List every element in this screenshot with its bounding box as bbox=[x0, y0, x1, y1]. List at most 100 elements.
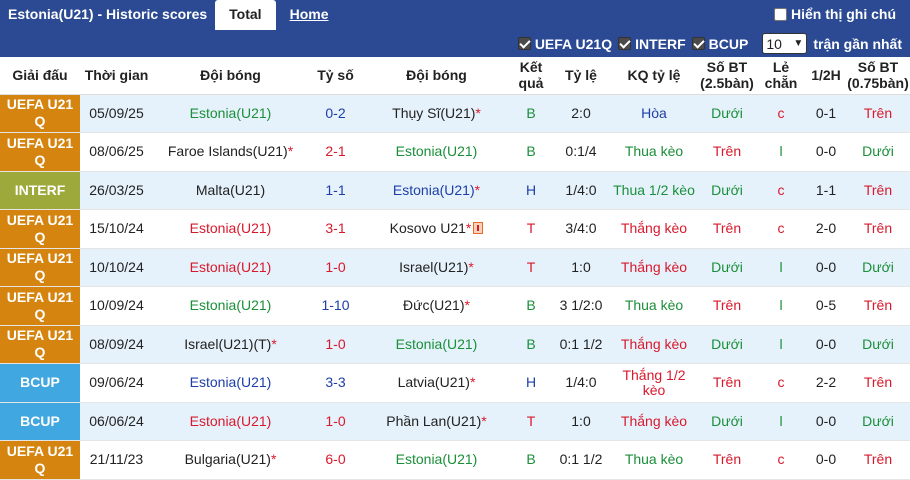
odds-result-cell: Thua kèo bbox=[610, 286, 698, 326]
home-team-cell[interactable]: Estonia(U21) bbox=[153, 286, 308, 326]
odds-cell: 1/4:0 bbox=[552, 363, 610, 403]
filter-uefa-u21q-checkbox[interactable] bbox=[517, 37, 531, 50]
away-team-cell-text: Thụy Sĩ(U21) bbox=[392, 104, 476, 121]
away-team-cell-text: Estonia(U21) bbox=[392, 181, 475, 198]
league-cell[interactable]: UEFA U21 Q bbox=[0, 248, 80, 287]
score-cell[interactable]: 0-2 bbox=[308, 94, 363, 133]
league-cell[interactable]: UEFA U21 Q bbox=[0, 209, 80, 249]
league-cell[interactable]: UEFA U21 Q bbox=[0, 94, 80, 133]
filter-bcup[interactable]: BCUP bbox=[691, 35, 749, 52]
score-cell[interactable]: 1-10 bbox=[308, 286, 363, 326]
league-cell[interactable]: BCUP bbox=[0, 363, 80, 403]
away-team-cell[interactable]: Thụy Sĩ(U21)* bbox=[363, 94, 510, 133]
score-cell-text: 3-3 bbox=[325, 374, 346, 391]
score-cell[interactable]: 1-0 bbox=[308, 402, 363, 441]
home-team-cell[interactable]: Estonia(U21) bbox=[153, 248, 308, 287]
away-team-cell[interactable]: Estonia(U21) bbox=[363, 132, 510, 172]
league-cell[interactable]: UEFA U21 Q bbox=[0, 325, 80, 364]
filter-uefa-u21q[interactable]: UEFA U21Q bbox=[517, 36, 612, 52]
home-team-cell-text: Estonia(U21) bbox=[189, 374, 272, 391]
score-cell[interactable]: 1-0 bbox=[308, 248, 363, 287]
score-cell-text: 1-10 bbox=[321, 297, 350, 314]
home-team-cell[interactable]: Bulgaria(U21)* bbox=[153, 440, 308, 480]
score-cell[interactable]: 1-0 bbox=[308, 325, 363, 364]
filter-interf[interactable]: INTERF bbox=[618, 36, 686, 52]
away-team-cell[interactable]: Israel(U21)* bbox=[363, 248, 510, 287]
odd-even-cell-text: c bbox=[777, 104, 785, 121]
league-cell[interactable]: BCUP bbox=[0, 402, 80, 441]
table-row: UEFA U21 Q 10/09/24 Estonia(U21) 1-10 Đức(U2… bbox=[0, 286, 910, 326]
score-cell[interactable]: 2-1 bbox=[308, 132, 363, 172]
over-under-075-cell: Trên bbox=[846, 286, 910, 326]
result-cell-text: T bbox=[526, 258, 536, 275]
home-team-cell[interactable]: Malta(U21) bbox=[153, 171, 308, 210]
col-result: Kết quả bbox=[510, 57, 552, 95]
result-cell-text: B bbox=[526, 104, 536, 121]
tab-home[interactable]: Home bbox=[276, 0, 343, 30]
half-score-cell-text: 0-0 bbox=[815, 451, 837, 468]
filter-bcup-label: BCUP bbox=[708, 35, 749, 52]
league-cell-text: UEFA U21 Q bbox=[6, 327, 74, 361]
odds-result-cell: Thua 1/2 kèo bbox=[610, 171, 698, 210]
odds-cell-text: 3 1/2:0 bbox=[559, 297, 603, 314]
over-under-075-cell-text: Dưới bbox=[862, 143, 894, 160]
show-notes-checkbox[interactable] bbox=[774, 7, 787, 21]
date-cell: 10/10/24 bbox=[80, 248, 153, 287]
match-count-suffix: trận gần nhất bbox=[813, 35, 902, 52]
match-count-select[interactable]: 10 ▼ bbox=[762, 33, 808, 54]
home-team-cell[interactable]: Israel(U21)(T)* bbox=[153, 325, 308, 364]
score-cell[interactable]: 1-1 bbox=[308, 171, 363, 210]
half-score-cell: 0-0 bbox=[806, 132, 846, 172]
score-cell[interactable]: 3-3 bbox=[308, 363, 363, 403]
half-score-cell: 0-0 bbox=[806, 440, 846, 480]
home-team-cell[interactable]: Estonia(U21) bbox=[153, 209, 308, 249]
away-team-cell[interactable]: Phần Lan(U21)* bbox=[363, 402, 510, 441]
home-team-cell[interactable]: Estonia(U21) bbox=[153, 402, 308, 441]
league-cell[interactable]: UEFA U21 Q bbox=[0, 132, 80, 172]
odds-cell: 3 1/2:0 bbox=[552, 286, 610, 326]
league-cell[interactable]: UEFA U21 Q bbox=[0, 286, 80, 326]
odds-cell-text: 1:0 bbox=[571, 258, 591, 275]
score-cell[interactable]: 3-1 bbox=[308, 209, 363, 249]
league-cell-text: BCUP bbox=[20, 374, 60, 391]
chevron-down-icon: ▼ bbox=[793, 38, 804, 49]
over-under-cell-text: Trên bbox=[712, 451, 742, 468]
home-team-cell[interactable]: Faroe Islands(U21)* bbox=[153, 132, 308, 172]
table-row: BCUP 06/06/24 Estonia(U21) 1-0 Phần Lan(U21)… bbox=[0, 402, 910, 441]
tab-total[interactable]: Total bbox=[215, 0, 276, 30]
table-row: BCUP 09/06/24 Estonia(U21) 3-3 Latvia(U21)* H… bbox=[0, 363, 910, 403]
result-cell-text: B bbox=[526, 297, 536, 314]
filter-interf-checkbox[interactable] bbox=[618, 37, 632, 50]
league-cell[interactable]: UEFA U21 Q bbox=[0, 440, 80, 480]
odds-result-cell: Thắng kèo bbox=[610, 209, 698, 249]
result-cell-text: B bbox=[526, 451, 536, 468]
odds-cell: 3/4:0 bbox=[552, 209, 610, 249]
half-score-cell-text: 0-1 bbox=[815, 104, 837, 121]
league-cell[interactable]: INTERF bbox=[0, 171, 80, 210]
away-team-cell[interactable]: Estonia(U21)* bbox=[363, 171, 510, 210]
away-team-cell[interactable]: Kosovo U21* bbox=[363, 209, 510, 249]
col-score: Tỷ số bbox=[308, 57, 363, 95]
odd-even-cell: c bbox=[756, 363, 806, 403]
home-team-cell[interactable]: Estonia(U21) bbox=[153, 363, 308, 403]
score-cell-text: 0-2 bbox=[325, 104, 346, 121]
date-cell-text: 26/03/25 bbox=[89, 181, 144, 198]
odds-result-cell-text: Thua kèo bbox=[624, 143, 684, 160]
filter-bcup-checkbox[interactable] bbox=[691, 37, 705, 50]
date-cell: 05/09/25 bbox=[80, 94, 153, 133]
result-cell-text: H bbox=[525, 374, 537, 391]
score-cell[interactable]: 6-0 bbox=[308, 440, 363, 480]
over-under-cell: Dưới bbox=[698, 325, 756, 364]
odd-even-cell: l bbox=[756, 132, 806, 172]
home-team-cell[interactable]: Estonia(U21) bbox=[153, 94, 308, 133]
half-score-cell: 2-0 bbox=[806, 209, 846, 249]
away-team-cell-text: Estonia(U21) bbox=[395, 143, 478, 160]
over-under-cell-text: Dưới bbox=[711, 258, 743, 275]
over-under-075-cell-text: Trên bbox=[863, 220, 893, 237]
show-notes-toggle[interactable]: Hiển thị ghi chú bbox=[774, 6, 896, 22]
away-team-cell[interactable]: Đức(U21)* bbox=[363, 286, 510, 326]
away-team-cell[interactable]: Latvia(U21)* bbox=[363, 363, 510, 403]
score-cell-text: 3-1 bbox=[325, 220, 346, 237]
away-team-cell[interactable]: Estonia(U21) bbox=[363, 440, 510, 480]
away-team-cell[interactable]: Estonia(U21) bbox=[363, 325, 510, 364]
